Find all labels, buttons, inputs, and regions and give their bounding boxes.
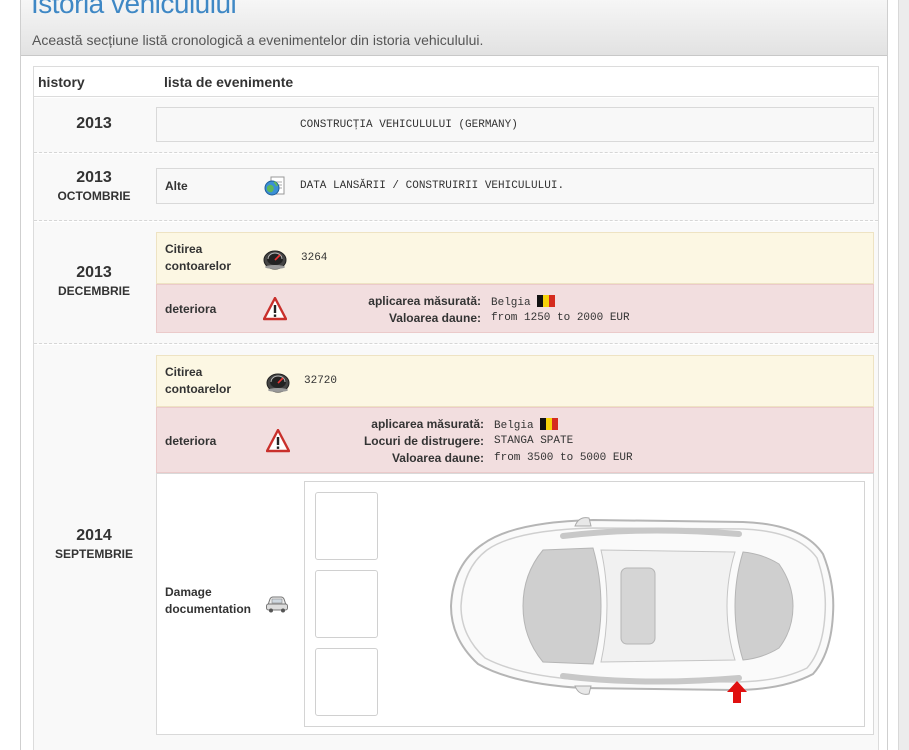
field-value: STANGA SPATE [494,435,574,447]
event-text: DATA LANSĂRII / CONSTRUIRII VEHICULULUI. [300,180,565,192]
section-title: Istoria vehiculului [31,0,237,19]
column-header-history: history [38,74,85,90]
year-label: 2014 [76,527,112,544]
photo-thumbnail[interactable] [315,570,378,638]
event-type-label: Alte [165,179,188,193]
table-row: 2013 DECEMBRIE Citirea contoarelor 3264 [34,222,878,344]
damage-event: deteriora aplicarea măsurată: Belgia Loc… [156,407,874,473]
red-arrow-icon [727,681,747,703]
field-key: aplicarea măsurată: [368,294,481,308]
odometer-value: 3264 [301,252,328,264]
field-value: from 3500 to 5000 EUR [494,452,633,464]
label-line: documentation [165,602,251,616]
event-item: CONSTRUCȚIA VEHICULULUI (GERMANY) [156,107,874,142]
damage-event: deteriora aplicarea măsurată: Belgia Val… [156,284,874,333]
label-line: contoarelor [165,259,232,273]
speedometer-icon [266,373,290,393]
history-date: 2013 DECEMBRIE [34,264,154,298]
year-label: 2013 [76,115,112,132]
field-key: aplicarea măsurată: [371,417,484,431]
table-row: 2013 CONSTRUCȚIA VEHICULULUI (GERMANY) [34,98,878,153]
history-date: 2014 SEPTEMBRIE [34,527,154,561]
field-row: Locuri de distrugere: [157,434,484,450]
location-value: Belgia [491,297,531,309]
month-label: SEPTEMBRIE [54,547,133,561]
field-value: Belgia [494,418,558,432]
field-key: Locuri de distrugere: [363,434,484,448]
year-label: 2013 [76,169,112,186]
history-date: 2013 OCTOMBRIE [34,169,154,203]
vehicle-history-panel: Istoria vehiculului Această secțiune lis… [20,0,888,750]
page-scrollbar[interactable] [898,0,909,750]
photo-thumbnail[interactable] [315,648,378,716]
table-row: 2013 OCTOMBRIE Alte DATA LANSĂRII / CONS… [34,154,878,221]
label-line: Citirea [165,242,203,256]
damage-documentation-event: Damage documentation [156,473,874,735]
month-label: DECEMBRIE [57,284,130,298]
photo-thumbnail[interactable] [315,492,378,560]
location-value: Belgia [494,420,534,432]
field-value: from 1250 to 2000 EUR [491,312,630,324]
table-row: 2014 SEPTEMBRIE Citirea contoarelor 3272… [34,345,878,750]
history-date: 2013 [34,115,154,133]
section-subtitle: Această secțiune listă cronologică a eve… [32,32,484,48]
field-row: Valoarea daune: [157,311,481,327]
year-label: 2013 [76,264,112,281]
label-line: contoarelor [165,382,232,396]
panel-header: Istoria vehiculului Această secțiune lis… [21,0,887,56]
column-header-events: lista de evenimente [164,74,294,90]
event-type-label: Citirea contoarelor [165,241,231,275]
month-label: OCTOMBRIE [57,189,131,203]
car-icon [266,596,288,613]
field-row: aplicarea măsurată: [157,294,481,310]
event-item: Alte DATA LANSĂRII / CONSTRUIRII VEHICUL… [156,168,874,204]
odometer-event: Citirea contoarelor 3264 [156,232,874,284]
label-line: Citirea [165,365,203,379]
globe-document-icon [264,176,285,196]
speedometer-icon [263,250,287,270]
field-row: aplicarea măsurată: [157,417,484,433]
field-key: Valoarea daune: [391,451,484,465]
belgium-flag-icon [539,418,558,430]
field-row: Valoarea daune: [157,451,484,467]
damage-diagram [304,481,865,727]
label-line: Damage [165,585,212,599]
event-text: CONSTRUCȚIA VEHICULULUI (GERMANY) [300,119,518,131]
event-type-label: Citirea contoarelor [165,364,231,398]
event-type-label: Damage documentation [165,584,251,618]
odometer-value: 32720 [304,375,338,387]
odometer-event: Citirea contoarelor 32720 [156,355,874,407]
field-key: Valoarea daune: [388,311,481,325]
field-value: Belgia [491,295,555,309]
car-top-view-diagram [449,517,835,695]
table-header: history lista de evenimente [34,67,878,97]
belgium-flag-icon [536,295,555,307]
history-table: history lista de evenimente 2013 CONSTRU… [33,66,879,750]
